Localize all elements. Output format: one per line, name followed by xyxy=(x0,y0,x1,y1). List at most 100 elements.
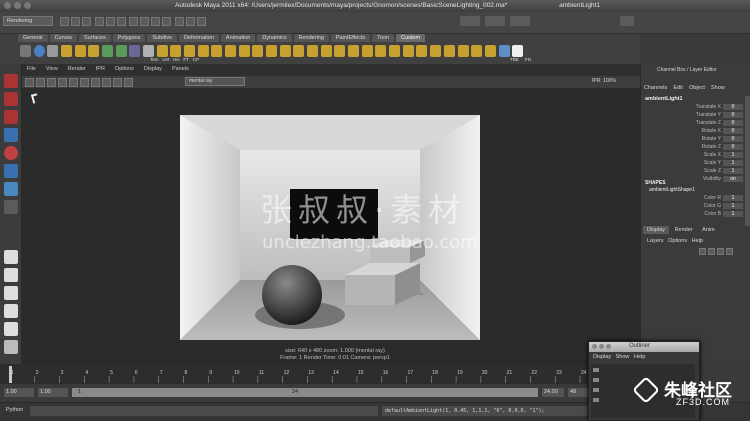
zoom-icon[interactable] xyxy=(24,2,31,9)
shelf-tool-icon[interactable] xyxy=(334,45,346,57)
channel-value[interactable]: 1 xyxy=(723,160,743,166)
new-layer-icon[interactable] xyxy=(699,248,706,255)
shelf-tool-icon[interactable] xyxy=(156,45,168,57)
command-input[interactable] xyxy=(30,406,378,416)
channel-value[interactable]: 0 xyxy=(723,144,743,150)
persp-graph-layout-icon[interactable] xyxy=(4,304,18,318)
render-region-icon[interactable] xyxy=(58,78,67,87)
shelf-tool-icon[interactable] xyxy=(211,45,223,57)
manipulator-tool-icon[interactable] xyxy=(4,182,18,196)
menu-ipr[interactable]: IPR xyxy=(96,66,105,72)
channel-row[interactable]: Color G1 xyxy=(645,203,745,210)
shelf-tool-icon[interactable] xyxy=(512,45,524,57)
shelf-tab-subdivs[interactable]: Subdivs xyxy=(147,34,177,42)
new-layer-selected-icon[interactable] xyxy=(708,248,715,255)
select-tool-icon[interactable] xyxy=(4,74,18,88)
shelf-tab-surfaces[interactable]: Surfaces xyxy=(79,34,111,42)
shelf-tool-icon[interactable] xyxy=(402,45,414,57)
close-icon[interactable] xyxy=(4,2,11,9)
select-object-icon[interactable] xyxy=(105,17,115,26)
new-scene-icon[interactable] xyxy=(60,17,69,26)
x-field[interactable] xyxy=(460,16,480,26)
shelf-tool-icon[interactable] xyxy=(225,45,237,57)
minimize-icon[interactable] xyxy=(14,2,21,9)
render-settings-icon[interactable] xyxy=(197,17,207,26)
layer-tab-display[interactable]: Display xyxy=(643,226,670,234)
window-controls[interactable] xyxy=(4,2,34,11)
shelf-tab-toon[interactable]: Toon xyxy=(372,34,395,42)
shelf-tool-icon[interactable] xyxy=(170,45,182,57)
channel-value[interactable]: on xyxy=(723,176,743,182)
minimize-icon[interactable] xyxy=(599,344,604,349)
list-item[interactable] xyxy=(593,378,599,382)
channel-box-scrollbar[interactable] xyxy=(745,96,750,226)
channel-row[interactable]: Rotate Y0 xyxy=(645,136,745,143)
shelf-tool-icon[interactable] xyxy=(361,45,373,57)
save-scene-icon[interactable] xyxy=(82,17,91,26)
outliner-titlebar[interactable]: Outliner xyxy=(589,342,699,352)
lasso-tool-icon[interactable] xyxy=(4,92,18,106)
shelf-tool-icon[interactable] xyxy=(484,45,496,57)
channel-row[interactable]: Color R1 xyxy=(645,195,745,202)
snap-curve-icon[interactable] xyxy=(140,17,150,26)
move-layer-up-icon[interactable] xyxy=(717,248,724,255)
last-tool-icon[interactable] xyxy=(4,200,18,214)
menu-layers[interactable]: Layers xyxy=(647,238,664,244)
close-icon[interactable] xyxy=(592,344,597,349)
shelf-tab-animation[interactable]: Animation xyxy=(220,34,256,42)
shelf-tool-icon[interactable] xyxy=(197,45,209,57)
alpha-channel-icon[interactable] xyxy=(102,78,111,87)
ipr-icon[interactable] xyxy=(36,78,45,87)
shelf-tool-icon[interactable] xyxy=(471,45,483,57)
menu-view[interactable]: View xyxy=(46,66,58,72)
snapshot-icon[interactable] xyxy=(47,78,56,87)
channel-value[interactable]: 0 xyxy=(723,112,743,118)
fit-frame-icon[interactable] xyxy=(124,78,133,87)
shelf-tab-curves[interactable]: Curves xyxy=(49,34,77,42)
shelf-tool-icon[interactable] xyxy=(88,45,100,57)
scale-tool-icon[interactable] xyxy=(4,164,18,178)
channel-row[interactable]: Translate X0 xyxy=(645,104,745,111)
shelf-tool-icon[interactable] xyxy=(430,45,442,57)
move-tool-icon[interactable] xyxy=(4,128,18,142)
shelf-tool-icon[interactable] xyxy=(47,45,59,57)
menu-outliner-display[interactable]: Display xyxy=(593,354,611,360)
ipr-render-icon[interactable] xyxy=(186,17,196,26)
z-field[interactable] xyxy=(510,16,530,26)
shelf-tool-icon[interactable] xyxy=(252,45,264,57)
open-scene-icon[interactable] xyxy=(71,17,80,26)
shelf-tool-icon[interactable] xyxy=(143,45,155,57)
menu-render[interactable]: Render xyxy=(68,66,86,72)
list-item[interactable] xyxy=(593,388,599,392)
shelf-tool-icon[interactable] xyxy=(129,45,141,57)
paint-select-tool-icon[interactable] xyxy=(4,110,18,124)
shelf-tab-dynamics[interactable]: Dynamics xyxy=(257,34,292,42)
shelf-tool-icon[interactable] xyxy=(61,45,73,57)
y-field[interactable] xyxy=(485,16,505,26)
channel-row[interactable]: Scale Z1 xyxy=(645,168,745,175)
menu-layer-options[interactable]: Options xyxy=(668,238,687,244)
shelf-tool-icon[interactable] xyxy=(184,45,196,57)
menu-edit[interactable]: Edit xyxy=(673,85,682,91)
redo-render-icon[interactable] xyxy=(25,78,34,87)
shelf-tool-icon[interactable] xyxy=(443,45,455,57)
shelf-tab-polygons[interactable]: Polygons xyxy=(112,34,146,42)
channel-value[interactable]: 0 xyxy=(723,120,743,126)
menuset-select[interactable]: Rendering xyxy=(3,16,53,26)
renderer-select[interactable]: mental ray xyxy=(185,77,245,86)
menu-display[interactable]: Display xyxy=(144,66,162,72)
zoom-1-1-icon[interactable] xyxy=(113,78,122,87)
layer-tab-render[interactable]: Render xyxy=(671,226,697,234)
shelf-tab-general[interactable]: General xyxy=(18,34,48,42)
range-bar[interactable]: 1 24 xyxy=(72,388,538,397)
shelf-tool-icon[interactable] xyxy=(266,45,278,57)
snap-point-icon[interactable] xyxy=(151,17,161,26)
single-perspective-layout-icon[interactable] xyxy=(4,250,18,264)
time-slider[interactable]: 1 2 3 4 5 6 7 8 9 10 11 12 13 14 15 16 17 18 19 20 21 22 23 24 xyxy=(0,364,590,384)
menu-outliner-show[interactable]: Show xyxy=(616,354,630,360)
shelf-tab-custom[interactable]: Custom xyxy=(396,34,426,42)
remove-image-icon[interactable] xyxy=(80,78,89,87)
menu-channels[interactable]: Channels xyxy=(644,85,667,91)
channel-row[interactable]: Scale Y1 xyxy=(645,160,745,167)
shelf-tool-icon[interactable] xyxy=(238,45,250,57)
